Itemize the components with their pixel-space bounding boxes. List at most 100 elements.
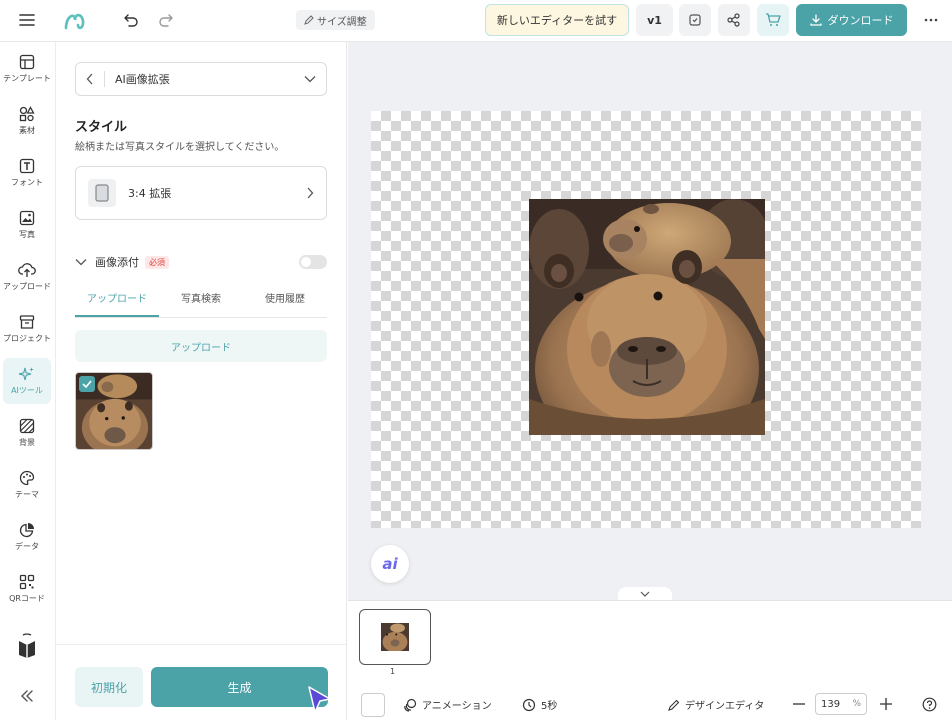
design-editor-button[interactable]: デザインエディタ (668, 697, 764, 712)
save-status-button[interactable] (679, 4, 711, 36)
nav-label: フォント (11, 178, 43, 187)
ai-assistant-button[interactable]: ai (371, 545, 409, 583)
zoom-input[interactable]: 139 % (815, 693, 867, 715)
style-option-card[interactable]: 3:4 拡張 (75, 166, 327, 220)
download-icon (809, 14, 822, 26)
qr-icon (19, 574, 35, 590)
nav-label: 写真 (19, 230, 35, 239)
share-button[interactable] (718, 4, 750, 36)
nav-label: アップロード (3, 282, 51, 291)
more-icon[interactable] (915, 4, 947, 36)
chevron-down-icon (304, 76, 316, 83)
background-icon (19, 418, 35, 434)
tab-history[interactable]: 使用履歴 (243, 286, 327, 317)
nav-qr[interactable]: QRコード (3, 566, 51, 612)
nav-label: プロジェクト (3, 334, 51, 343)
canvas-area[interactable]: ai (348, 42, 952, 601)
animation-label: アニメーション (422, 701, 492, 712)
version-button[interactable]: v1 (636, 4, 673, 36)
nav-elements[interactable]: 素材 (3, 98, 51, 144)
nav-template[interactable]: テンプレート (3, 46, 51, 92)
collapse-pages-button[interactable] (618, 587, 672, 601)
collapse-sidebar-icon[interactable] (3, 676, 51, 716)
cloud-check-icon (689, 14, 701, 26)
dropdown-value: AI画像拡張 (115, 73, 170, 86)
reset-button[interactable]: 初期化 (75, 667, 143, 707)
design-editor-label: デザインエディタ (685, 701, 765, 712)
chart-icon (19, 523, 34, 538)
nav-label: テンプレート (3, 74, 51, 83)
nav-label: データ (15, 542, 39, 551)
generate-button[interactable]: 生成 (151, 667, 328, 707)
nav-data[interactable]: データ (3, 514, 51, 560)
menu-icon[interactable] (11, 4, 43, 36)
ai-tool-dropdown[interactable]: AI画像拡張 (75, 62, 327, 96)
chevron-down-icon[interactable] (75, 258, 87, 266)
template-icon (19, 54, 35, 70)
nav-label: QRコード (9, 594, 45, 603)
text-icon (19, 158, 35, 174)
style-option-label: 3:4 拡張 (128, 187, 172, 200)
toggle-knob (301, 257, 311, 267)
duration-label: 5秒 (541, 701, 558, 712)
resize-button[interactable]: サイズ調整 (296, 10, 375, 30)
download-button[interactable]: ダウンロード (796, 4, 907, 36)
try-new-editor-button[interactable]: 新しいエディターを試す (485, 4, 629, 36)
zoom-unit: % (852, 699, 861, 709)
nav-upload[interactable]: アップロード (3, 254, 51, 300)
nav-photo[interactable]: 写真 (3, 202, 51, 248)
cart-button[interactable] (757, 4, 789, 36)
image-attach-toggle[interactable] (299, 255, 327, 269)
bottom-toolbar: アニメーション 5秒 デザインエディタ 139 % (348, 687, 952, 720)
undo-icon[interactable] (115, 4, 147, 36)
style-heading: スタイル (75, 120, 128, 135)
image-attach-label: 画像添付 (95, 256, 139, 269)
cart-icon (766, 13, 781, 26)
page-number: 1 (390, 667, 396, 676)
nav-background[interactable]: 背景 (3, 410, 51, 456)
resize-label: サイズ調整 (317, 16, 367, 28)
capybara-image[interactable] (529, 199, 765, 435)
redo-icon[interactable] (150, 4, 182, 36)
tab-photo-search[interactable]: 写真検索 (159, 286, 243, 317)
uploaded-image-thumbnail[interactable] (75, 372, 153, 450)
elements-icon (19, 106, 35, 122)
share-icon (727, 13, 740, 27)
nav-label: テーマ (15, 490, 39, 499)
upload-icon (18, 263, 36, 277)
nav-project[interactable]: プロジェクト (3, 306, 51, 352)
project-icon (19, 315, 35, 329)
chevron-left-icon[interactable] (86, 73, 94, 85)
nav-label: 素材 (19, 126, 35, 135)
page-thumbnail[interactable] (359, 609, 431, 665)
zoom-in-icon[interactable] (879, 696, 893, 712)
required-badge: 必須 (145, 255, 169, 269)
zoom-value: 139 (821, 698, 841, 710)
duration-button[interactable]: 5秒 (522, 697, 557, 712)
animation-button[interactable]: アニメーション (403, 697, 492, 712)
nav-theme[interactable]: テーマ (3, 462, 51, 508)
palette-icon (19, 470, 35, 486)
photo-icon (19, 210, 35, 226)
animation-icon (404, 698, 417, 712)
page-preview-image (381, 623, 409, 651)
divider (104, 71, 105, 87)
tab-upload[interactable]: アップロード (75, 286, 159, 317)
transparent-canvas[interactable] (371, 111, 921, 528)
ai-tool-panel: AI画像拡張 スタイル 絵柄または写真スタイルを選択してください。 3:4 拡張… (56, 42, 347, 720)
background-color-swatch[interactable] (361, 693, 385, 717)
zoom-out-icon[interactable] (792, 696, 806, 712)
style-description: 絵柄または写真スタイルを選択してください。 (75, 142, 285, 153)
cursor-pointer-icon (308, 686, 331, 713)
check-icon[interactable] (79, 376, 95, 392)
nav-more[interactable] (3, 620, 51, 672)
nav-ai-tools[interactable]: AIツール (3, 358, 51, 404)
chevron-down-icon (640, 591, 650, 597)
help-icon[interactable] (921, 696, 937, 712)
logo-icon[interactable] (62, 8, 88, 34)
source-tabs: アップロード 写真検索 使用履歴 (75, 286, 327, 318)
upload-button[interactable]: アップロード (75, 330, 327, 362)
pages-panel: 1 アニメーション 5秒 デザインエディタ 139 % (348, 600, 952, 720)
nav-font[interactable]: フォント (3, 150, 51, 196)
book-icon (19, 633, 35, 658)
